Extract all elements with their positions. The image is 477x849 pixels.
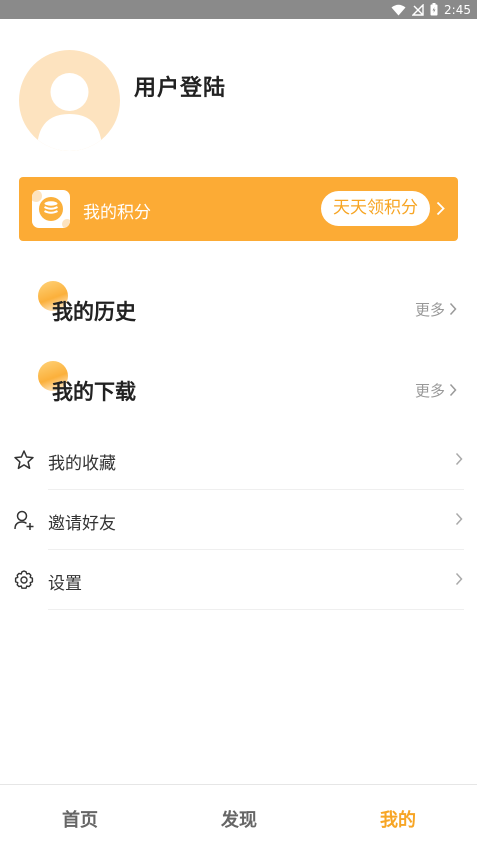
tab-discover[interactable]: 发现 bbox=[189, 806, 289, 832]
user-plus-icon bbox=[14, 510, 34, 530]
status-time: 2:45 bbox=[444, 2, 471, 17]
bottom-tab-bar: 首页 发现 我的 bbox=[0, 784, 477, 849]
menu-item-label: 我的收藏 bbox=[48, 454, 116, 474]
history-more-link[interactable]: 更多 bbox=[415, 299, 457, 319]
chevron-right-icon bbox=[455, 572, 463, 586]
avatar[interactable] bbox=[19, 50, 120, 151]
star-icon bbox=[14, 450, 34, 470]
status-icons: 2:45 bbox=[391, 1, 471, 18]
downloads-more-link[interactable]: 更多 bbox=[415, 380, 457, 400]
menu-item-label: 邀请好友 bbox=[48, 514, 116, 534]
more-label: 更多 bbox=[414, 300, 445, 319]
more-label: 更多 bbox=[414, 381, 445, 400]
gear-icon bbox=[14, 570, 34, 589]
battery-icon bbox=[430, 3, 438, 16]
points-label: 我的积分 bbox=[83, 203, 151, 223]
login-link[interactable]: 用户登陆 bbox=[134, 70, 226, 102]
user-avatar-icon bbox=[37, 73, 102, 151]
menu-item-label: 设置 bbox=[48, 574, 82, 594]
menu-item-settings[interactable]: 设置 bbox=[0, 550, 477, 610]
chevron-right-icon bbox=[449, 383, 457, 397]
chevron-right-icon bbox=[449, 302, 457, 316]
chevron-right-icon bbox=[455, 512, 463, 526]
downloads-title: 我的下载 bbox=[52, 380, 136, 404]
status-bar: 2:45 bbox=[0, 0, 477, 19]
wifi-icon bbox=[391, 4, 406, 15]
tab-mine[interactable]: 我的 bbox=[348, 806, 448, 832]
menu-item-invite[interactable]: 邀请好友 bbox=[0, 490, 477, 550]
chevron-right-icon bbox=[455, 452, 463, 466]
daily-points-button[interactable]: 天天领积分 bbox=[321, 191, 430, 226]
no-signal-icon bbox=[412, 3, 424, 16]
chevron-right-icon bbox=[436, 201, 445, 216]
history-title: 我的历史 bbox=[52, 300, 136, 324]
menu-item-favorites[interactable]: 我的收藏 bbox=[0, 430, 477, 490]
points-card[interactable]: 我的积分 天天领积分 bbox=[19, 177, 458, 241]
coins-icon bbox=[32, 190, 70, 228]
tab-home[interactable]: 首页 bbox=[30, 806, 130, 832]
divider bbox=[48, 609, 464, 610]
